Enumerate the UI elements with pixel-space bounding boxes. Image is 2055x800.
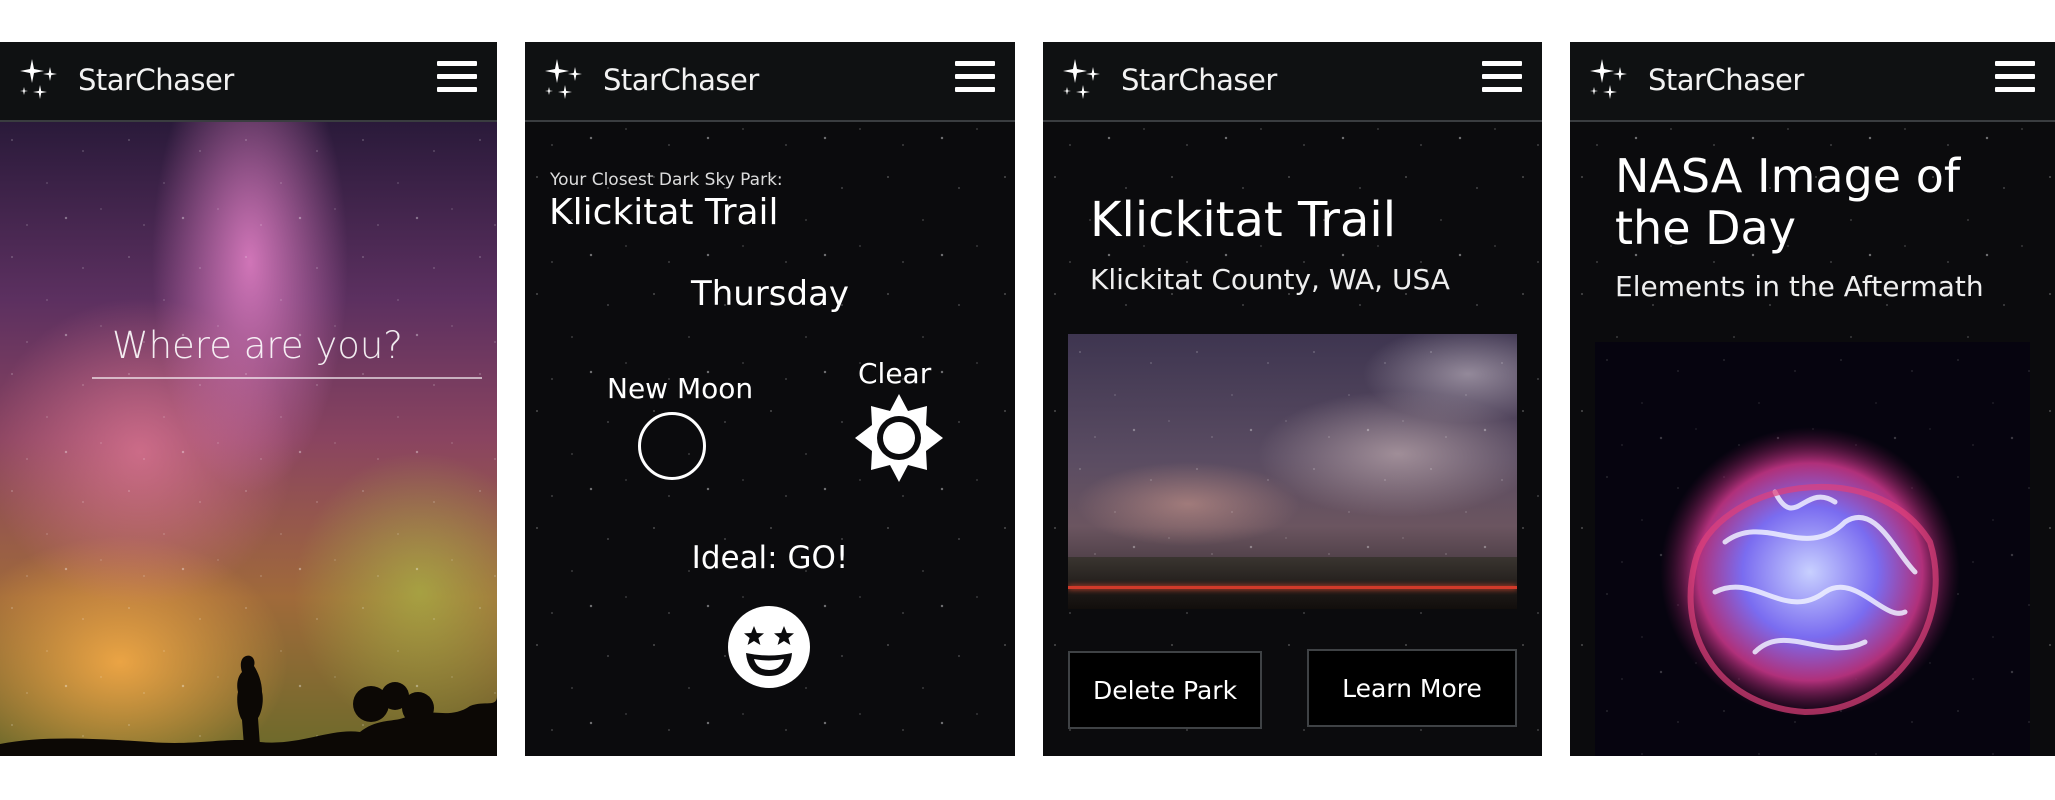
nasa-image-screen: StarChaser NASA Image of the Day Element… [1570,42,2055,756]
viewing-verdict: Ideal: GO! [691,540,849,576]
nasa-image-subtitle: Elements in the Aftermath [1615,270,1984,303]
person-silhouette [0,655,497,756]
sun-icon [855,394,943,482]
new-moon-icon [638,412,706,480]
sparkles-logo-icon [545,59,582,99]
hamburger-menu-icon[interactable] [1482,61,1522,95]
closest-park-label: Your Closest Dark Sky Park: [550,170,783,190]
hamburger-menu-icon[interactable] [1995,61,2035,95]
delete-park-button[interactable]: Delete Park [1068,651,1262,729]
park-detail-screen: StarChaser Klickitat Trail Klickitat Cou… [1043,42,1542,756]
hamburger-menu-icon[interactable] [437,61,477,95]
app-title: StarChaser [78,63,234,97]
nasa-image-title: NASA Image of the Day [1615,149,1961,255]
supernova-remnant-image [1660,427,1960,717]
moon-phase-label: New Moon [607,372,754,405]
app-bar: StarChaser [525,42,1015,122]
forecast-day: Thursday [690,274,850,314]
weather-label: Clear [858,357,932,390]
star-eyes-face-icon [728,606,810,688]
park-name: Klickitat Trail [1090,192,1397,248]
app-title: StarChaser [603,63,759,97]
sparkles-logo-icon [1063,59,1100,99]
park-location: Klickitat County, WA, USA [1090,263,1450,296]
park-photo [1068,334,1517,609]
sparkles-logo-icon [20,59,57,99]
location-search-input[interactable] [92,320,482,379]
app-bar: StarChaser [1043,42,1542,122]
app-title: StarChaser [1121,63,1277,97]
hamburger-menu-icon[interactable] [955,61,995,95]
search-screen: StarChaser [0,42,497,756]
app-bar: StarChaser [1570,42,2055,122]
learn-more-button[interactable]: Learn More [1307,649,1517,727]
nasa-image [1595,342,2030,756]
sparkles-logo-icon [1590,59,1627,99]
forecast-screen: StarChaser Your Closest Dark Sky Park: K… [525,42,1015,756]
app-title: StarChaser [1648,63,1804,97]
app-bar: StarChaser [0,42,497,122]
park-name: Klickitat Trail [549,192,779,233]
